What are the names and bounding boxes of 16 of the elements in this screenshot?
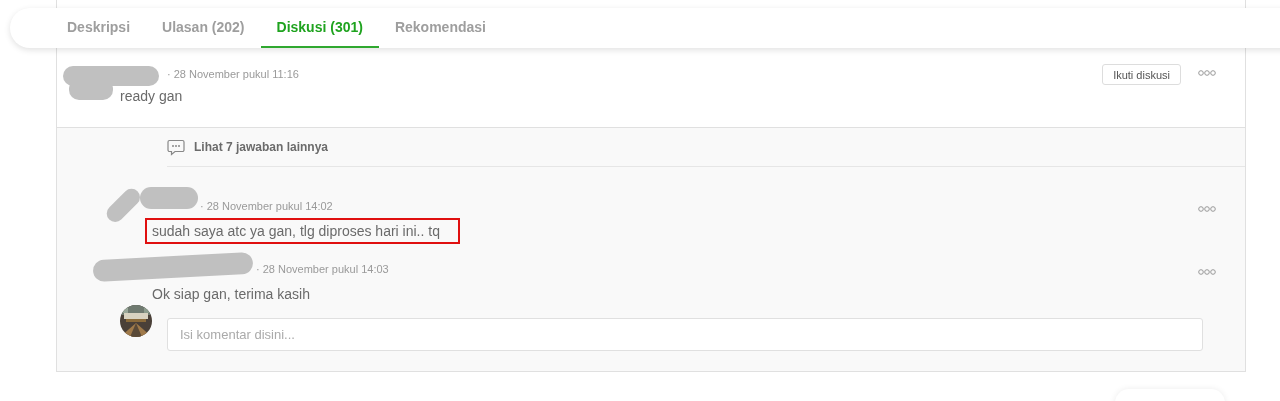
more-options-icon[interactable] bbox=[1198, 206, 1216, 212]
comment-date: · 28 November pukul 11:16 bbox=[167, 68, 299, 80]
more-options-icon[interactable] bbox=[1198, 70, 1216, 76]
more-options-icon[interactable] bbox=[1198, 269, 1216, 275]
follow-button[interactable]: Ikuti diskusi bbox=[1102, 64, 1181, 85]
view-more-replies-link[interactable]: Lihat 7 jawaban lainnya bbox=[167, 138, 329, 156]
chat-bubble-icon bbox=[167, 138, 185, 156]
reply-date: · 28 November pukul 14:02 bbox=[200, 200, 333, 212]
reply-text: sudah saya atc ya gan, tlg diproses hari ini.. tq bbox=[145, 218, 460, 244]
comment-text: ready gan bbox=[120, 88, 183, 104]
comment-input[interactable]: Isi komentar disini... bbox=[167, 318, 1203, 351]
tab[interactable]: Rekomendasi bbox=[378, 8, 502, 48]
reply-date: · 28 November pukul 14:03 bbox=[256, 263, 389, 275]
tab[interactable]: Ulasan (202) bbox=[146, 8, 261, 48]
tab[interactable]: Deskripsi bbox=[57, 8, 147, 48]
reply-text: Ok siap gan, terima kasih bbox=[151, 285, 311, 304]
